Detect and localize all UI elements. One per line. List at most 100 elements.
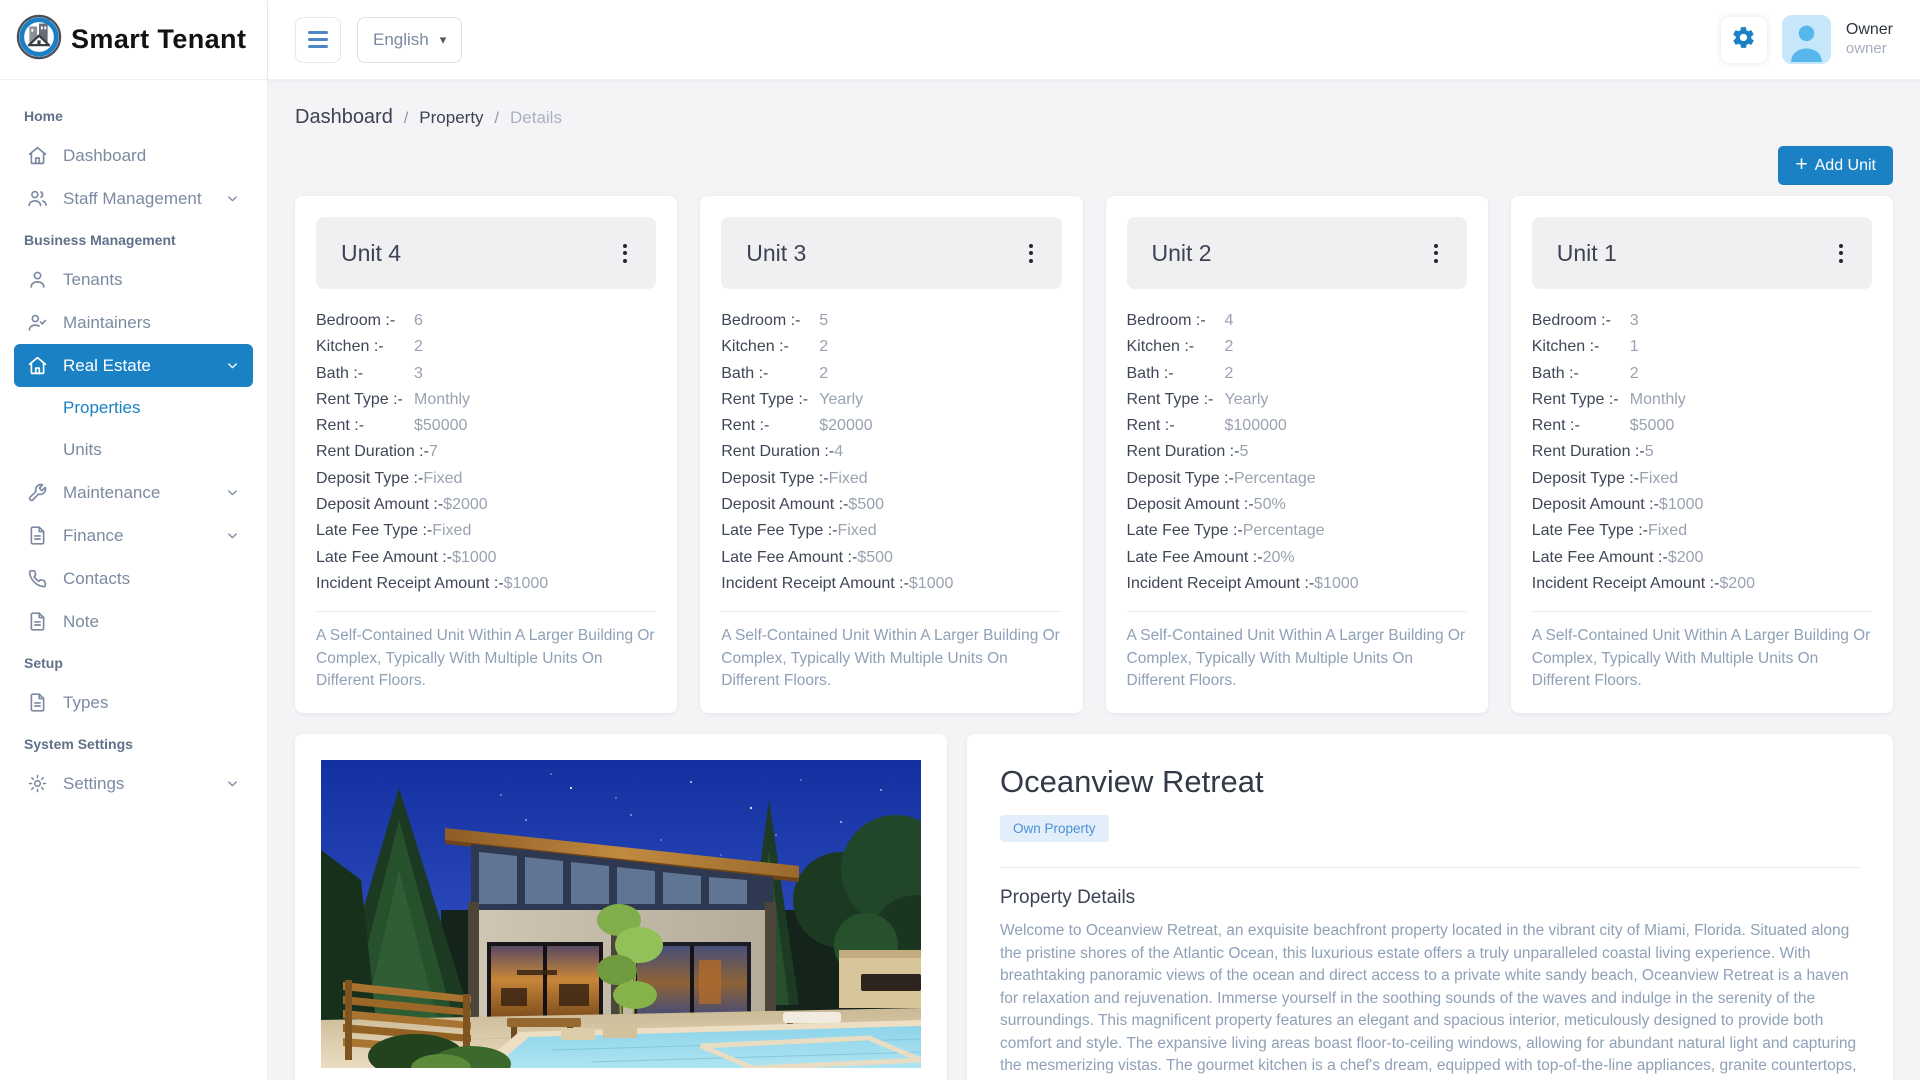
breadcrumb-separator: / <box>404 110 408 128</box>
unit-field-row: Deposit Type :-Percentage <box>1127 466 1467 492</box>
unit-description: A Self-Contained Unit Within A Larger Bu… <box>721 625 1061 692</box>
property-photo <box>321 760 921 1080</box>
field-label: Kitchen :- <box>316 334 414 360</box>
sidebar-item-maintainers[interactable]: Maintainers <box>14 301 253 344</box>
sidebar-item-finance[interactable]: Finance <box>14 514 253 557</box>
nav-section-label-home: Home <box>14 96 253 134</box>
nav-section-label-business-management: Business Management <box>14 220 253 258</box>
field-value: $1000 <box>909 571 954 597</box>
unit-field-row: Kitchen :-2 <box>721 334 1061 360</box>
sidebar-item-staff-management[interactable]: Staff Management <box>14 177 253 220</box>
unit-field-row: Bedroom :-4 <box>1127 308 1467 334</box>
unit-field-row: Late Fee Amount :-$1000 <box>316 545 656 571</box>
breadcrumb-property[interactable]: Property <box>419 108 483 128</box>
unit-field-row: Rent Duration :-5 <box>1127 439 1467 465</box>
unit-field-row: Rent Duration :-7 <box>316 439 656 465</box>
field-value: Monthly <box>414 387 470 413</box>
field-value: 50% <box>1254 492 1286 518</box>
gear-icon <box>27 773 48 794</box>
field-label: Kitchen :- <box>721 334 819 360</box>
unit-field-row: Rent Type :-Yearly <box>1127 387 1467 413</box>
field-label: Incident Receipt Amount :- <box>1127 571 1315 597</box>
unit-field-row: Deposit Type :-Fixed <box>1532 466 1872 492</box>
chevron-down-icon <box>225 776 240 791</box>
unit-field-row: Bedroom :-6 <box>316 308 656 334</box>
field-value: Fixed <box>1639 466 1678 492</box>
unit-title: Unit 2 <box>1152 240 1212 267</box>
wrench-icon <box>27 482 48 503</box>
field-label: Rent Duration :- <box>316 439 429 465</box>
unit-field-row: Rent :-$100000 <box>1127 413 1467 439</box>
unit-field-row: Rent Type :-Monthly <box>316 387 656 413</box>
field-value: $100000 <box>1225 413 1287 439</box>
property-photo-card <box>295 734 947 1080</box>
field-value: Yearly <box>819 387 863 413</box>
sidebar-subitem-units[interactable]: Units <box>14 429 253 471</box>
sidebar-item-label: Staff Management <box>63 189 202 209</box>
sidebar-item-settings[interactable]: Settings <box>14 762 253 805</box>
phone-icon <box>27 568 48 589</box>
unit-field-row: Rent :-$20000 <box>721 413 1061 439</box>
user-icon <box>27 269 48 290</box>
kebab-menu-icon[interactable] <box>619 240 631 267</box>
brand-name: Smart Tenant <box>71 24 246 55</box>
field-label: Kitchen :- <box>1532 334 1630 360</box>
field-value: Fixed <box>432 518 471 544</box>
field-value: 20% <box>1263 545 1295 571</box>
unit-field-row: Late Fee Type :-Fixed <box>721 518 1061 544</box>
topbar: English ▾ Owner owner <box>268 0 1920 80</box>
unit-card-unit-1: Unit 1Bedroom :-3Kitchen :-1Bath :-2Rent… <box>1511 196 1893 713</box>
gear-icon <box>1731 25 1756 55</box>
unit-field-row: Rent Type :-Monthly <box>1532 387 1872 413</box>
settings-button[interactable] <box>1721 17 1767 63</box>
kebab-menu-icon[interactable] <box>1025 240 1037 267</box>
add-unit-label: Add Unit <box>1815 157 1876 175</box>
field-value: Fixed <box>829 466 868 492</box>
field-label: Bedroom :- <box>1127 308 1225 334</box>
sidebar-item-types[interactable]: Types <box>14 681 253 724</box>
nav-section-label-setup: Setup <box>14 643 253 681</box>
kebab-menu-icon[interactable] <box>1835 240 1847 267</box>
field-label: Incident Receipt Amount :- <box>721 571 909 597</box>
kebab-menu-icon[interactable] <box>1430 240 1442 267</box>
field-value: $5000 <box>1630 413 1675 439</box>
sidebar-item-note[interactable]: Note <box>14 600 253 643</box>
property-details-heading: Property Details <box>1000 887 1860 909</box>
divider <box>1127 611 1467 612</box>
unit-card-header: Unit 1 <box>1532 217 1872 289</box>
sidebar-item-real-estate[interactable]: Real Estate <box>14 344 253 387</box>
field-label: Rent Type :- <box>1127 387 1225 413</box>
property-ownership-badge: Own Property <box>1000 815 1109 842</box>
chevron-down-icon <box>225 191 240 206</box>
field-label: Bath :- <box>316 361 414 387</box>
field-label: Rent Duration :- <box>1532 439 1645 465</box>
language-dropdown[interactable]: English ▾ <box>357 17 462 63</box>
sidebar-item-dashboard[interactable]: Dashboard <box>14 134 253 177</box>
field-value: 2 <box>1225 361 1234 387</box>
user-avatar[interactable] <box>1782 15 1831 64</box>
field-value: 5 <box>1239 439 1248 465</box>
sidebar-subitem-properties[interactable]: Properties <box>14 387 253 429</box>
field-value: 2 <box>819 361 828 387</box>
sidebar-item-tenants[interactable]: Tenants <box>14 258 253 301</box>
sidebar-toggle-button[interactable] <box>295 17 341 63</box>
sidebar-item-maintenance[interactable]: Maintenance <box>14 471 253 514</box>
user-check-icon <box>27 312 48 333</box>
add-unit-button[interactable]: + Add Unit <box>1778 146 1893 185</box>
property-description: Welcome to Oceanview Retreat, an exquisi… <box>1000 920 1860 1080</box>
field-value: $1000 <box>504 571 549 597</box>
field-value: 2 <box>1630 361 1639 387</box>
field-value: 5 <box>1645 439 1654 465</box>
unit-field-row: Deposit Type :-Fixed <box>316 466 656 492</box>
field-label: Late Fee Amount :- <box>721 545 857 571</box>
field-value: $1000 <box>1659 492 1704 518</box>
sidebar-item-contacts[interactable]: Contacts <box>14 557 253 600</box>
unit-field-row: Bedroom :-5 <box>721 308 1061 334</box>
sidebar-item-label: Maintenance <box>63 483 160 503</box>
sidebar-item-label: Types <box>63 693 108 713</box>
field-label: Incident Receipt Amount :- <box>316 571 504 597</box>
unit-field-row: Bath :-3 <box>316 361 656 387</box>
brand: Smart Tenant <box>0 0 267 80</box>
breadcrumb-dashboard[interactable]: Dashboard <box>295 106 393 129</box>
field-value: 1 <box>1630 334 1639 360</box>
